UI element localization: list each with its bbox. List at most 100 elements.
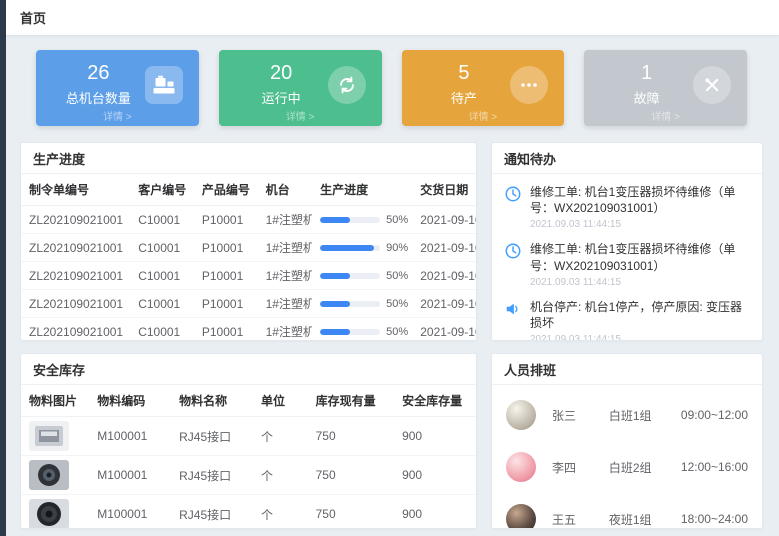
column-header: 客户编号 (130, 174, 194, 206)
cell-order: ZL202109021001 (21, 318, 130, 341)
cell-image (21, 456, 89, 495)
progress-label: 50% (386, 270, 408, 282)
cell-order: ZL202109021001 (21, 262, 130, 290)
progress-bar (320, 273, 380, 279)
stat-card-body: 5 待产 (412, 62, 555, 107)
stat-value: 5 (418, 62, 511, 85)
cell-customer: C10001 (130, 318, 194, 341)
table-row: ZL202109021001 C10001 P10001 1#注塑机 50% 2… (21, 318, 476, 341)
stat-cards-row: 26 总机台数量 详情 > (36, 50, 747, 126)
schedule-row: 王五 夜班1组 18:00~24:00 (492, 493, 762, 528)
cell-progress: 50% (312, 262, 412, 290)
page-content: 26 总机台数量 详情 > (6, 36, 779, 536)
cell-image (21, 417, 89, 456)
cell-safety: 900 (394, 456, 476, 495)
stat-value: 1 (600, 62, 693, 85)
column-header: 制令单编号 (21, 174, 130, 206)
cell-date: 2021-09-10 (412, 234, 476, 262)
progress-label: 50% (386, 298, 408, 310)
stat-card-text: 1 故障 (600, 62, 693, 107)
progress-label: 50% (386, 214, 408, 226)
cell-unit: 个 (253, 417, 308, 456)
person-name: 张三 (552, 407, 609, 424)
person-time: 09:00~12:00 (681, 408, 748, 422)
table-row: ZL202109021001 C10001 P10001 1#注塑机 90% 2… (21, 234, 476, 262)
stat-card-fault[interactable]: 1 故障 详情 > (584, 50, 747, 126)
cell-customer: C10001 (130, 262, 194, 290)
column-header: 产品编号 (194, 174, 258, 206)
cell-customer: C10001 (130, 290, 194, 318)
stat-card-running[interactable]: 20 运行中 详情 > (219, 50, 382, 126)
table-row: M100001 RJ45接口 个 750 900 (21, 495, 476, 529)
person-name: 李四 (552, 459, 609, 476)
cell-machine: 1#注塑机 (258, 290, 313, 318)
cell-progress: 50% (312, 206, 412, 234)
stat-card-text: 20 运行中 (235, 62, 328, 107)
cell-progress: 50% (312, 318, 412, 341)
cell-stock: 750 (308, 495, 394, 529)
column-header: 生产进度 (312, 174, 412, 206)
table-row: M100001 RJ45接口 个 750 900 (21, 456, 476, 495)
panel-title: 通知待办 (492, 143, 762, 174)
cell-progress: 50% (312, 290, 412, 318)
cell-name: RJ45接口 (171, 456, 253, 495)
progress-bar (320, 245, 380, 251)
cell-product: P10001 (194, 262, 258, 290)
cell-product: P10001 (194, 234, 258, 262)
cell-machine: 1#注塑机 (258, 234, 313, 262)
detail-link[interactable]: 详情 > (402, 108, 565, 123)
cell-order: ZL202109021001 (21, 234, 130, 262)
column-header: 库存现有量 (308, 385, 394, 417)
schedule-list: 张三 白班1组 09:00~12:00 李四 白班2组 12:00~16:00 (492, 385, 762, 528)
progress-bar (320, 329, 380, 335)
cell-date: 2021-09-10 (412, 206, 476, 234)
schedule-row: 李四 白班2组 12:00~16:00 (492, 441, 762, 493)
progress-label: 90% (386, 242, 408, 254)
notification-time: 2021.09.03 11:44:15 (530, 334, 750, 340)
inventory-panel: 安全库存 物料图片 物料编码 物料名称 单位 库存现有量 (20, 353, 477, 529)
running-icon (328, 66, 366, 104)
stat-label: 故障 (600, 88, 693, 107)
schedule-row: 张三 白班1组 09:00~12:00 (492, 389, 762, 441)
cell-unit: 个 (253, 456, 308, 495)
person-shift: 夜班1组 (609, 511, 681, 528)
cell-customer: C10001 (130, 206, 194, 234)
notification-item[interactable]: 维修工单: 机台1变压器损坏待维修（单号：WX202109031001） 202… (504, 235, 750, 292)
inventory-table-wrap: 物料图片 物料编码 物料名称 单位 库存现有量 安全库存量 (21, 385, 476, 528)
cell-stock: 750 (308, 456, 394, 495)
stat-card-standby[interactable]: 5 待产 详情 > (402, 50, 565, 126)
cell-image (21, 495, 89, 529)
cell-progress: 90% (312, 234, 412, 262)
table-row: ZL202109021001 C10001 P10001 1#注塑机 50% 2… (21, 206, 476, 234)
main-area: 首页 26 总机台数量 (6, 0, 779, 536)
detail-link[interactable]: 详情 > (219, 108, 382, 123)
stat-card-total-machines[interactable]: 26 总机台数量 详情 > (36, 50, 199, 126)
production-table-wrap: 制令单编号 客户编号 产品编号 机台 生产进度 交货日期 (21, 174, 476, 340)
clock-icon (504, 242, 522, 260)
stat-card-body: 20 运行中 (229, 62, 372, 107)
avatar (506, 452, 536, 482)
tab-home[interactable]: 首页 (20, 8, 46, 27)
standby-icon (510, 66, 548, 104)
detail-link[interactable]: 详情 > (36, 108, 199, 123)
panels-grid: 生产进度 制令单编号 客户编号 产品编号 机台 生产进度 (20, 142, 763, 529)
stat-card-body: 26 总机台数量 (46, 62, 189, 107)
notification-item[interactable]: 维修工单: 机台1变压器损坏待维修（单号：WX202109031001） 202… (504, 178, 750, 235)
cell-order: ZL202109021001 (21, 290, 130, 318)
table-header-row: 制令单编号 客户编号 产品编号 机台 生产进度 交货日期 (21, 174, 476, 206)
panel-title: 安全库存 (21, 354, 476, 385)
detail-link[interactable]: 详情 > (584, 108, 747, 123)
table-row: ZL202109021001 C10001 P10001 1#注塑机 50% 2… (21, 262, 476, 290)
person-shift: 白班2组 (609, 459, 681, 476)
person-time: 12:00~16:00 (681, 460, 748, 474)
cell-customer: C10001 (130, 234, 194, 262)
cell-product: P10001 (194, 206, 258, 234)
progress-label: 50% (386, 326, 408, 338)
notification-text: 维修工单: 机台1变压器损坏待维修（单号：WX202109031001） (530, 241, 750, 273)
notification-item[interactable]: 机台停产: 机台1停产，停产原因: 变压器损坏 2021.09.03 11:44… (504, 293, 750, 340)
notification-time: 2021.09.03 11:44:15 (530, 277, 750, 288)
avatar (506, 504, 536, 528)
cell-code: M100001 (89, 456, 171, 495)
cell-product: P10001 (194, 290, 258, 318)
cell-machine: 1#注塑机 (258, 206, 313, 234)
